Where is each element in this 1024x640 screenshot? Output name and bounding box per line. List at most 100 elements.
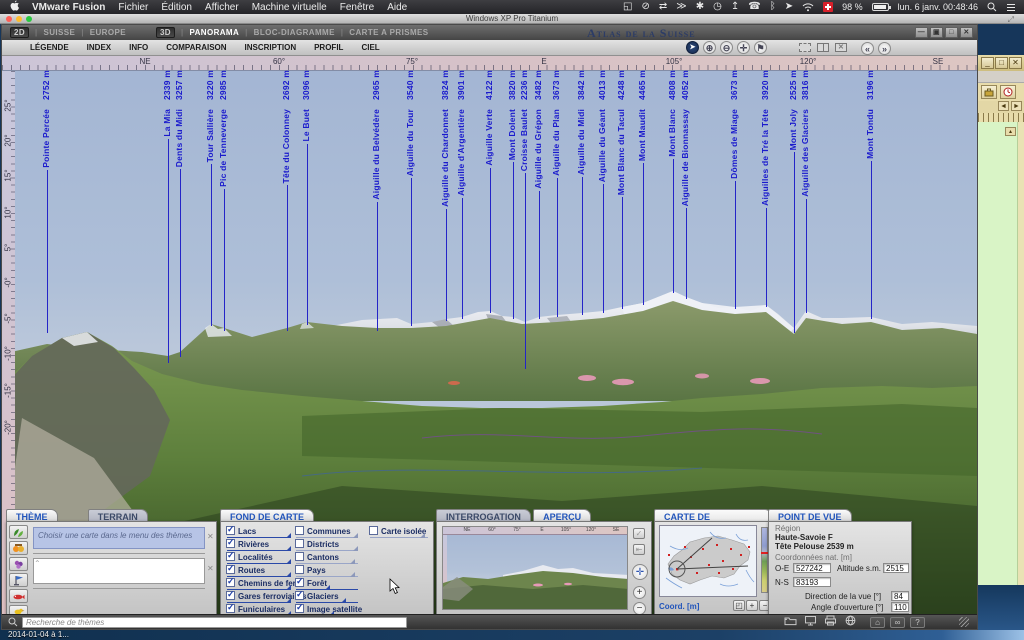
home-button[interactable]: ⌂ (870, 617, 885, 628)
window-resize-grip[interactable] (959, 617, 969, 627)
globe-icon[interactable] (844, 613, 857, 631)
slider-handle[interactable] (286, 572, 291, 577)
slider-handle[interactable] (286, 559, 291, 564)
layer-opacity-slider[interactable] (370, 534, 428, 540)
bg-page-button[interactable]: ▴ (1005, 127, 1016, 136)
menubar-item-4[interactable]: Machine virtuelle (252, 2, 327, 13)
next-button[interactable]: » (878, 42, 891, 55)
slider-handle[interactable] (350, 559, 355, 564)
menubar-item-1[interactable]: Fichier (118, 2, 148, 13)
panel-divider[interactable] (33, 553, 205, 554)
slider-handle[interactable] (286, 533, 291, 538)
fauna-icon[interactable] (9, 589, 28, 603)
previous-button[interactable]: « (861, 42, 874, 55)
background-window-titlebar[interactable]: _ □ ✕ (978, 55, 1024, 71)
fast-forward-icon[interactable]: ≫ (676, 1, 686, 13)
preview-zoom-in-button[interactable]: + (633, 586, 646, 599)
bg-close-button[interactable]: ✕ (1009, 57, 1022, 69)
upload-circle-icon[interactable]: ↥ (731, 1, 739, 13)
nav-2d[interactable]: 2D (10, 27, 29, 38)
slider-handle[interactable] (353, 546, 358, 551)
viewpoint-marker-button[interactable]: ⚑ (754, 41, 767, 54)
nav-carte-a-prismes[interactable]: CARTE A PRISMES (349, 28, 428, 37)
apply-view-button[interactable]: ✓ (633, 528, 645, 539)
switzerland-map[interactable] (659, 525, 757, 597)
link-button[interactable]: ∞ (890, 617, 905, 628)
menubar-clock[interactable]: lun. 6 janv. 00:48:46 (898, 2, 978, 12)
slider-handle[interactable] (420, 533, 425, 538)
nav-suisse[interactable]: SUISSE (44, 28, 76, 37)
theme-map-combobox[interactable]: Choisir une carte dans le menu des thème… (33, 527, 205, 549)
panorama-preview[interactable]: NE60°75°E105°120°SE (442, 526, 628, 610)
bg-clock-icon[interactable] (1000, 85, 1016, 99)
nav-europe[interactable]: EUROPE (90, 28, 126, 37)
vmware-window-titlebar[interactable]: Windows XP Pro Titanium ⤢ (0, 14, 1024, 24)
direction-input[interactable]: 84 (891, 591, 909, 601)
menu-info[interactable]: INFO (129, 43, 148, 52)
flag-icon[interactable] (9, 573, 28, 587)
monitor-icon[interactable] (804, 613, 817, 631)
theme-search-input[interactable]: Recherche de thèmes (22, 617, 407, 628)
slider-handle[interactable] (286, 598, 291, 603)
bg-prev-arrow-button[interactable]: ◄ (998, 101, 1009, 111)
desktop-file-label[interactable]: 2014-01-04 à 1... (8, 630, 69, 639)
slider-handle[interactable] (286, 585, 291, 590)
zoom-in-button[interactable]: ⊕ (703, 41, 716, 54)
single-window-button[interactable] (799, 43, 811, 52)
map-zoom-in-button[interactable]: + (746, 600, 758, 611)
apple-menu-icon[interactable] (10, 0, 19, 14)
restore-button[interactable]: ▣ (930, 27, 943, 38)
do-not-disturb-icon[interactable]: ⊘ (641, 1, 649, 13)
menu-ciel[interactable]: CIEL (361, 43, 379, 52)
nav-bloc-diagramme[interactable]: BLOC-DIAGRAMME (254, 28, 335, 37)
theme-list-box[interactable]: ⌃ (33, 558, 205, 584)
panel-divider-2[interactable] (33, 588, 205, 589)
bg-briefcase-icon[interactable] (981, 85, 997, 99)
keyboard-layout-swiss-flag-icon[interactable] (823, 2, 833, 12)
close-button[interactable]: ✕ (960, 27, 973, 38)
nav-3d[interactable]: 3D (156, 27, 175, 38)
pan-view-button[interactable]: ✛ (737, 41, 750, 54)
notification-center-icon[interactable] (1006, 3, 1016, 12)
pointer-tool-button[interactable]: ➤ (686, 41, 699, 54)
split-window-button[interactable] (817, 43, 829, 52)
menu-index[interactable]: INDEX (87, 43, 111, 52)
bg-minimize-button[interactable]: _ (981, 57, 994, 69)
fruits-icon[interactable] (9, 541, 28, 555)
menu-inscription[interactable]: INSCRIPTION (245, 43, 297, 52)
minimize-button[interactable]: — (915, 27, 928, 38)
wifi-icon[interactable] (802, 2, 814, 12)
menubar-item-3[interactable]: Afficher (205, 2, 239, 13)
bluetooth-icon[interactable]: ᛒ (770, 1, 776, 13)
maximize-button[interactable]: □ (945, 27, 958, 38)
slider-handle[interactable] (286, 546, 291, 551)
nature-icon[interactable] (9, 525, 28, 539)
switch-arrows-icon[interactable]: ⇄ (659, 1, 667, 13)
slider-handle[interactable] (350, 572, 355, 577)
list-clear-icon[interactable]: ✕ (207, 564, 214, 573)
slider-handle[interactable] (325, 585, 330, 590)
bg-next-arrow-button[interactable]: ► (1011, 101, 1022, 111)
time-machine-icon[interactable]: ◷ (713, 1, 722, 13)
angle-input[interactable]: 110 (891, 602, 909, 612)
fullscreen-icon[interactable]: ⤢ (1008, 15, 1014, 25)
menubar-item-5[interactable]: Fenêtre (340, 2, 374, 13)
flora-icon[interactable] (9, 557, 28, 571)
menubar-item-2[interactable]: Édition (161, 2, 192, 13)
bg-maximize-button[interactable]: □ (995, 57, 1008, 69)
menu-comparaison[interactable]: COMPARAISON (166, 43, 226, 52)
menu-l-gende[interactable]: LÉGENDE (30, 43, 69, 52)
folder-icon[interactable] (784, 613, 797, 631)
printer-icon[interactable] (824, 613, 837, 631)
airplay-icon[interactable]: ➤ (785, 1, 793, 13)
zoom-out-button[interactable]: ⊖ (720, 41, 733, 54)
overlay-window-button[interactable] (835, 43, 847, 52)
slider-handle[interactable] (341, 598, 346, 603)
phone-icon[interactable]: ☎ (748, 1, 760, 13)
help-button[interactable]: ? (910, 617, 925, 628)
asterisk-icon[interactable]: ✱ (696, 1, 704, 13)
pan-control[interactable]: ✛ (632, 564, 648, 580)
menubar-item-6[interactable]: Aide (387, 2, 407, 13)
menu-profil[interactable]: PROFIL (314, 43, 343, 52)
menubar-app-name[interactable]: VMware Fusion (32, 2, 105, 13)
